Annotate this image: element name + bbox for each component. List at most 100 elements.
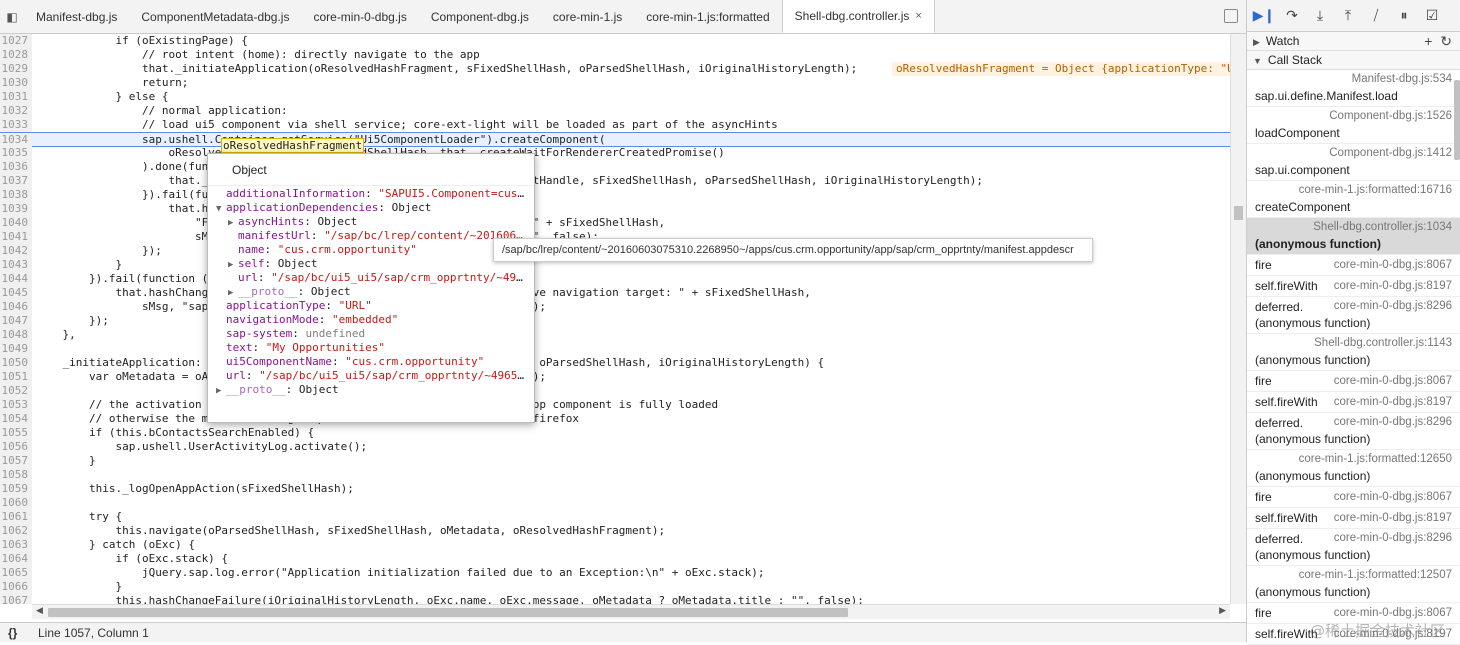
- code-line[interactable]: 1039 that.hashChangeFailure(iOriginalHis…: [0, 202, 1230, 216]
- debugger-pane-toggle-icon[interactable]: [1224, 9, 1238, 23]
- code-line[interactable]: 1059 this._logOpenAppAction(sFixedShellH…: [0, 482, 1230, 496]
- call-frame[interactable]: fire core-min-0-dbg.js:8067: [1247, 487, 1460, 508]
- line-number[interactable]: 1058: [0, 468, 32, 482]
- line-number[interactable]: 1059: [0, 482, 32, 496]
- expand-toggle-icon[interactable]: ▼: [216, 202, 226, 215]
- tab-4[interactable]: core-min-1.js: [541, 0, 634, 33]
- code-line[interactable]: 1060: [0, 496, 1230, 510]
- tab-2[interactable]: core-min-0-dbg.js: [301, 0, 418, 33]
- line-number[interactable]: 1044: [0, 272, 32, 286]
- step-over-icon[interactable]: ↷: [1283, 7, 1301, 25]
- line-number[interactable]: 1067: [0, 594, 32, 604]
- frame-location[interactable]: core-min-0-dbg.js:8067: [1334, 255, 1452, 276]
- code-line[interactable]: 1027 if (oExistingPage) {: [0, 34, 1230, 48]
- line-number[interactable]: 1062: [0, 524, 32, 538]
- frame-location[interactable]: core-min-1.js:formatted:12650: [1299, 453, 1452, 465]
- line-number[interactable]: 1041: [0, 230, 32, 244]
- frame-location[interactable]: Component-dbg.js:1412: [1329, 147, 1452, 159]
- call-frame[interactable]: (anonymous function) Shell-dbg.controller…: [1247, 218, 1460, 255]
- code-line[interactable]: 1049: [0, 342, 1230, 356]
- vertical-scrollbar[interactable]: [1230, 34, 1246, 604]
- property-row[interactable]: additionalInformation: "SAPUI5.Component…: [208, 187, 534, 201]
- line-number[interactable]: 1063: [0, 538, 32, 552]
- property-row[interactable]: applicationType: "URL": [208, 299, 534, 313]
- line-number[interactable]: 1065: [0, 566, 32, 580]
- line-number[interactable]: 1034: [0, 133, 32, 147]
- call-frame[interactable]: (anonymous function) Shell-dbg.controller…: [1247, 334, 1460, 371]
- code-line[interactable]: 1050 _initiateApplication: function (oRe…: [0, 356, 1230, 370]
- line-number[interactable]: 1057: [0, 454, 32, 468]
- code-line[interactable]: 1033 // load ui5 component via shell ser…: [0, 118, 1230, 132]
- line-number[interactable]: 1046: [0, 300, 32, 314]
- code-line[interactable]: 1056 sap.ushell.UserActivityLog.activate…: [0, 440, 1230, 454]
- call-frame[interactable]: sap.ui.component Component-dbg.js:1412: [1247, 144, 1460, 181]
- tab-6[interactable]: Shell-dbg.controller.js ×: [781, 0, 935, 33]
- line-number[interactable]: 1040: [0, 216, 32, 230]
- code-line[interactable]: 1036 ).done(function (oResolutionResultW…: [0, 160, 1230, 174]
- expand-toggle-icon[interactable]: ▶: [228, 286, 238, 299]
- code-line[interactable]: 1051 var oMetadata = oAppConfiguration.g…: [0, 370, 1230, 384]
- call-frame[interactable]: self.fireWith core-min-0-dbg.js:8197: [1247, 392, 1460, 413]
- frame-location[interactable]: core-min-0-dbg.js:8197: [1334, 392, 1452, 413]
- frame-location[interactable]: core-min-0-dbg.js:8296: [1334, 300, 1452, 312]
- frame-location[interactable]: core-min-1.js:formatted:16716: [1299, 184, 1452, 196]
- line-number[interactable]: 1066: [0, 580, 32, 594]
- line-number[interactable]: 1029: [0, 62, 32, 76]
- property-row[interactable]: navigationMode: "embedded": [208, 313, 534, 327]
- line-number[interactable]: 1048: [0, 328, 32, 342]
- property-row[interactable]: url: "/sap/bc/ui5_ui5/sap/crm_opprtnty/~…: [208, 369, 534, 383]
- call-frame[interactable]: fire core-min-0-dbg.js:8067: [1247, 255, 1460, 276]
- call-frame[interactable]: deferred. core-min-0-dbg.js:8296 (anonymou…: [1247, 297, 1460, 334]
- scroll-right-icon[interactable]: ▶: [1219, 606, 1226, 616]
- line-number[interactable]: 1038: [0, 188, 32, 202]
- code-editor[interactable]: 1027 if (oExistingPage) {1028 // root in…: [0, 34, 1246, 604]
- code-line[interactable]: 1031 } else {: [0, 90, 1230, 104]
- sidebar-scroll-thumb[interactable]: [1454, 80, 1460, 160]
- code-line[interactable]: 1052: [0, 384, 1230, 398]
- code-line[interactable]: 1048 },: [0, 328, 1230, 342]
- call-frame[interactable]: fire core-min-0-dbg.js:8067: [1247, 371, 1460, 392]
- expand-toggle-icon[interactable]: ▶: [228, 216, 238, 229]
- step-into-icon[interactable]: ⤓: [1311, 7, 1329, 25]
- line-number[interactable]: 1043: [0, 258, 32, 272]
- frame-location[interactable]: Shell-dbg.controller.js:1034: [1313, 221, 1452, 233]
- code-line[interactable]: 1057 }: [0, 454, 1230, 468]
- code-line[interactable]: 1065 jQuery.sap.log.error("Application i…: [0, 566, 1230, 580]
- code-line[interactable]: 1062 this.navigate(oParsedShellHash, sFi…: [0, 524, 1230, 538]
- code-line[interactable]: 1037 that._initiateApplication(oResoluti…: [0, 174, 1230, 188]
- line-number[interactable]: 1055: [0, 426, 32, 440]
- line-number[interactable]: 1042: [0, 244, 32, 258]
- code-line[interactable]: 1066 }: [0, 580, 1230, 594]
- property-row[interactable]: url: "/sap/bc/ui5_ui5/sap/crm_opprtnty/~…: [208, 271, 534, 285]
- code-line[interactable]: 1058: [0, 468, 1230, 482]
- frame-location[interactable]: core-min-0-dbg.js:8296: [1334, 532, 1452, 544]
- line-number[interactable]: 1027: [0, 34, 32, 48]
- code-line[interactable]: 1034 sap.ushell.Container.getService("Ui…: [0, 132, 1230, 147]
- line-number[interactable]: 1033: [0, 118, 32, 132]
- code-line[interactable]: 1044 }).fail(function (sMsg) {: [0, 272, 1230, 286]
- line-number[interactable]: 1052: [0, 384, 32, 398]
- code-line[interactable]: 1046 sMsg, "sap.ushell.renderers.fiori2.…: [0, 300, 1230, 314]
- navigator-toggle-icon[interactable]: ◧: [0, 0, 24, 33]
- expand-toggle-icon[interactable]: ▶: [216, 384, 226, 397]
- line-number[interactable]: 1037: [0, 174, 32, 188]
- frame-location[interactable]: core-min-0-dbg.js:8067: [1334, 487, 1452, 508]
- pause-on-exceptions-icon[interactable]: ⏸: [1395, 7, 1413, 25]
- line-number[interactable]: 1047: [0, 314, 32, 328]
- code-line[interactable]: 1054 // otherwise the module loading seq…: [0, 412, 1230, 426]
- property-row[interactable]: text: "My Opportunities": [208, 341, 534, 355]
- property-row[interactable]: manifestUrl: "/sap/bc/lrep/content/~2016…: [208, 229, 534, 243]
- frame-location[interactable]: core-min-0-dbg.js:8296: [1334, 416, 1452, 428]
- pretty-print-button[interactable]: {}: [8, 623, 17, 643]
- code-line[interactable]: 1030 return;: [0, 76, 1230, 90]
- line-number[interactable]: 1032: [0, 104, 32, 118]
- line-number[interactable]: 1028: [0, 48, 32, 62]
- code-line[interactable]: 1061 try {: [0, 510, 1230, 524]
- code-line[interactable]: 1045 that.hashChangeFailure(iOriginalHis…: [0, 286, 1230, 300]
- property-row[interactable]: ▶ __proto__: Object: [208, 383, 534, 397]
- step-out-icon[interactable]: ⤒: [1339, 7, 1357, 25]
- line-number[interactable]: 1051: [0, 370, 32, 384]
- line-number[interactable]: 1053: [0, 398, 32, 412]
- line-number[interactable]: 1036: [0, 160, 32, 174]
- tab-1[interactable]: ComponentMetadata-dbg.js: [129, 0, 301, 33]
